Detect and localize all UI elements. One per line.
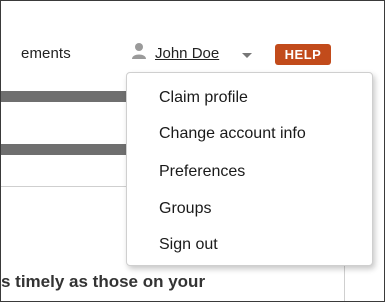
user-menu-toggle[interactable]: John Doe (155, 45, 219, 62)
menu-item-change-account-info[interactable]: Change account info (159, 125, 306, 143)
user-dropdown-menu: Claim profile Change account info Prefer… (126, 72, 373, 266)
content-bar (1, 144, 135, 155)
nav-link-achievements[interactable]: ements (21, 45, 71, 62)
page-frame: s timely as those on your ements John Do… (0, 0, 385, 302)
content-divider (1, 186, 131, 187)
content-bar (1, 91, 135, 102)
user-icon (132, 43, 146, 59)
menu-item-groups[interactable]: Groups (159, 200, 211, 218)
menu-item-claim-profile[interactable]: Claim profile (159, 89, 248, 107)
help-button[interactable]: HELP (275, 44, 331, 65)
menu-item-preferences[interactable]: Preferences (159, 163, 245, 181)
content-text: s timely as those on your (1, 272, 206, 291)
chevron-down-icon[interactable] (242, 53, 252, 58)
menu-item-sign-out[interactable]: Sign out (159, 236, 218, 254)
